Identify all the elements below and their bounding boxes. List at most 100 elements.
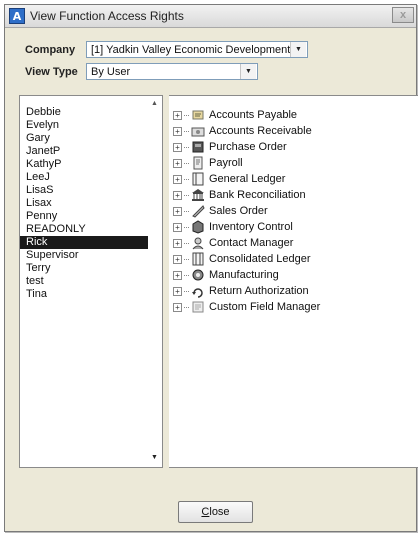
expand-plus-icon[interactable]: +: [173, 190, 182, 200]
tree-item-label: Payroll: [209, 157, 243, 169]
tree-connector: [184, 146, 189, 148]
view-type-dropdown[interactable]: By User ▼: [86, 63, 258, 80]
payroll-icon: [191, 156, 205, 170]
tree-item[interactable]: + Contact Manager: [173, 235, 418, 251]
company-value: [1] Yadkin Valley Economic Development: [91, 43, 290, 56]
manufacturing-icon: [191, 268, 205, 282]
tree-items: + Accounts Payable + Accounts Receivable + Pu…: [169, 96, 418, 315]
user-list-scrollbar[interactable]: ▲ ▼: [148, 96, 162, 467]
user-list-item[interactable]: Gary: [20, 132, 162, 145]
user-list-item[interactable]: test: [20, 275, 162, 288]
user-list-item[interactable]: Tina: [20, 288, 162, 301]
user-list-item[interactable]: Rick: [20, 236, 148, 249]
tree-item[interactable]: + Bank Reconciliation: [173, 187, 418, 203]
company-row: Company [1] Yadkin Valley Economic Devel…: [25, 41, 308, 58]
tree-item[interactable]: + Payroll: [173, 155, 418, 171]
expand-plus-icon[interactable]: +: [173, 174, 182, 184]
title-bar[interactable]: A View Function Access Rights x: [5, 5, 416, 28]
user-list-item[interactable]: Evelyn: [20, 119, 162, 132]
expand-plus-icon[interactable]: +: [173, 206, 182, 216]
chevron-down-icon[interactable]: ▼: [240, 64, 256, 79]
user-list[interactable]: Debbie Evelyn Gary JanetP KathyP LeeJ LisaS Lis…: [19, 95, 163, 468]
view-type-value: By User: [91, 65, 131, 78]
user-list-item[interactable]: JanetP: [20, 145, 162, 158]
app-logo-icon: A: [9, 8, 25, 24]
return-icon: [191, 284, 205, 298]
scroll-down-icon[interactable]: ▼: [151, 454, 158, 461]
user-list-item[interactable]: Terry: [20, 262, 162, 275]
tree-connector: [184, 274, 189, 276]
tree-item[interactable]: + Consolidated Ledger: [173, 251, 418, 267]
tree-connector: [184, 290, 189, 292]
expand-plus-icon[interactable]: +: [173, 158, 182, 168]
tree-item-label: Purchase Order: [209, 141, 287, 153]
tree-item-label: Inventory Control: [209, 221, 293, 233]
bank-icon: [191, 188, 205, 202]
user-list-item[interactable]: KathyP: [20, 158, 162, 171]
expand-plus-icon[interactable]: +: [173, 286, 182, 296]
tree-item[interactable]: + Accounts Receivable: [173, 123, 418, 139]
tree-item-label: Accounts Payable: [209, 109, 298, 121]
expand-plus-icon[interactable]: +: [173, 126, 182, 136]
view-type-row: View Type By User ▼: [25, 63, 258, 80]
general-ledger-icon: [191, 172, 205, 186]
tree-connector: [184, 130, 189, 132]
expand-plus-icon[interactable]: +: [173, 302, 182, 312]
expand-plus-icon[interactable]: +: [173, 238, 182, 248]
tree-item-label: Custom Field Manager: [209, 301, 321, 313]
tree-connector: [184, 226, 189, 228]
window-title: View Function Access Rights: [30, 9, 184, 23]
tree-item[interactable]: + Custom Field Manager: [173, 299, 418, 315]
tree-item[interactable]: + Return Authorization: [173, 283, 418, 299]
sales-order-icon: [191, 204, 205, 218]
tree-item-label: Contact Manager: [209, 237, 294, 249]
user-list-item[interactable]: Supervisor: [20, 249, 162, 262]
company-label: Company: [25, 43, 76, 56]
tree-item-label: Bank Reconciliation: [209, 189, 306, 201]
custom-field-icon: [191, 300, 205, 314]
tree-item-label: Manufacturing: [209, 269, 279, 281]
expand-plus-icon[interactable]: +: [173, 270, 182, 280]
tree-connector: [184, 178, 189, 180]
user-list-item[interactable]: LisaS: [20, 184, 162, 197]
tree-item[interactable]: + General Ledger: [173, 171, 418, 187]
tree-item[interactable]: + Sales Order: [173, 203, 418, 219]
chevron-down-icon[interactable]: ▼: [290, 42, 306, 57]
tree-connector: [184, 114, 189, 116]
user-list-item[interactable]: Debbie: [20, 106, 162, 119]
expand-plus-icon[interactable]: +: [173, 222, 182, 232]
close-button[interactable]: Close: [178, 501, 253, 523]
user-list-item[interactable]: Penny: [20, 210, 162, 223]
tree-item-label: General Ledger: [209, 173, 286, 185]
user-list-item[interactable]: Lisax: [20, 197, 162, 210]
close-button-mnemonic: C: [201, 506, 210, 518]
function-rights-tree[interactable]: + Accounts Payable + Accounts Receivable + Pu…: [169, 95, 418, 468]
accounts-receivable-icon: [191, 124, 205, 138]
contact-icon: [191, 236, 205, 250]
user-list-items: Debbie Evelyn Gary JanetP KathyP LeeJ LisaS Lis…: [20, 96, 162, 301]
close-button-label: lose: [209, 506, 230, 518]
tree-item-label: Sales Order: [209, 205, 268, 217]
tree-connector: [184, 194, 189, 196]
accounts-payable-icon: [191, 108, 205, 122]
consolidated-ledger-icon: [191, 252, 205, 266]
tree-item-label: Accounts Receivable: [209, 125, 312, 137]
company-dropdown[interactable]: [1] Yadkin Valley Economic Development ▼: [86, 41, 308, 58]
tree-item[interactable]: + Purchase Order: [173, 139, 418, 155]
tree-item[interactable]: + Manufacturing: [173, 267, 418, 283]
user-list-item[interactable]: LeeJ: [20, 171, 162, 184]
expand-plus-icon[interactable]: +: [173, 110, 182, 120]
expand-plus-icon[interactable]: +: [173, 254, 182, 264]
tree-connector: [184, 162, 189, 164]
scroll-up-icon[interactable]: ▲: [151, 100, 158, 107]
tree-connector: [184, 306, 189, 308]
tree-item[interactable]: + Accounts Payable: [173, 107, 418, 123]
tree-item[interactable]: + Inventory Control: [173, 219, 418, 235]
user-list-item[interactable]: READONLY: [20, 223, 162, 236]
window-close-button[interactable]: x: [392, 7, 414, 23]
inventory-icon: [191, 220, 205, 234]
tree-connector: [184, 258, 189, 260]
expand-plus-icon[interactable]: +: [173, 142, 182, 152]
access-rights-window: A View Function Access Rights x Company …: [4, 4, 418, 532]
tree-connector: [184, 210, 189, 212]
